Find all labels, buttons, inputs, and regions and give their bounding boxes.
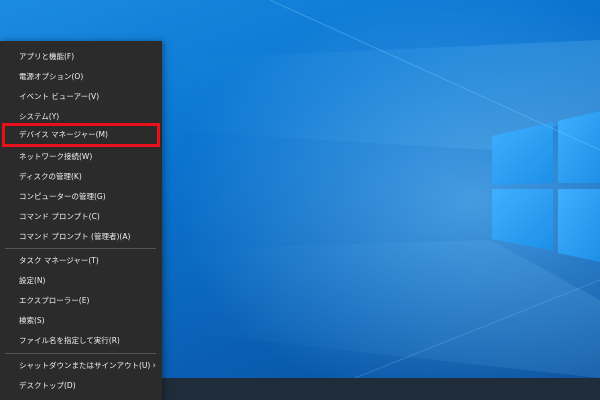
menu-item-search[interactable]: 検索(S) bbox=[0, 311, 162, 331]
menu-item-task-manager[interactable]: タスク マネージャー(T) bbox=[0, 251, 162, 271]
menu-item-explorer[interactable]: エクスプローラー(E) bbox=[0, 291, 162, 311]
menu-separator bbox=[5, 353, 156, 354]
menu-item-run[interactable]: ファイル名を指定して実行(R) bbox=[0, 331, 162, 351]
menu-item-command-prompt-admin[interactable]: コマンド プロンプト (管理者)(A) bbox=[0, 227, 162, 247]
menu-item-computer-management[interactable]: コンピューターの管理(G) bbox=[0, 187, 162, 207]
menu-item-desktop[interactable]: デスクトップ(D) bbox=[0, 376, 162, 396]
menu-item-command-prompt[interactable]: コマンド プロンプト(C) bbox=[0, 207, 162, 227]
quick-link-menu: アプリと機能(F) 電源オプション(O) イベント ビューアー(V) システム(… bbox=[0, 41, 162, 400]
menu-item-network-connections[interactable]: ネットワーク接続(W) bbox=[0, 147, 162, 167]
menu-item-device-manager[interactable]: デバイス マネージャー(M) bbox=[2, 123, 160, 147]
menu-item-settings[interactable]: 設定(N) bbox=[0, 271, 162, 291]
menu-item-disk-management[interactable]: ディスクの管理(K) bbox=[0, 167, 162, 187]
menu-separator bbox=[5, 248, 156, 249]
menu-item-event-viewer[interactable]: イベント ビューアー(V) bbox=[0, 87, 162, 107]
menu-item-power-options[interactable]: 電源オプション(O) bbox=[0, 67, 162, 87]
menu-item-shutdown-signout[interactable]: シャットダウンまたはサインアウト(U) › bbox=[0, 356, 162, 376]
chevron-right-icon: › bbox=[152, 361, 156, 371]
menu-item-apps-features[interactable]: アプリと機能(F) bbox=[0, 47, 162, 67]
menu-item-label: シャットダウンまたはサインアウト(U) bbox=[19, 361, 151, 370]
